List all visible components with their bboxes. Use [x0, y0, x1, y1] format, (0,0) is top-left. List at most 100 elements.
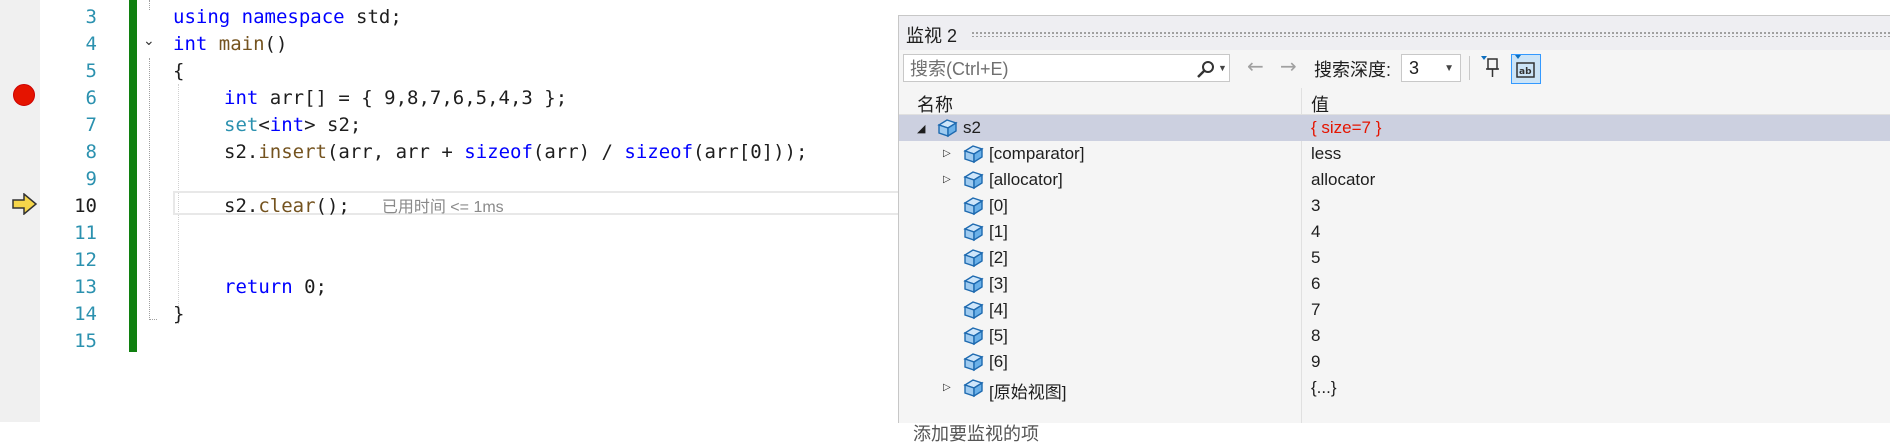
search-depth-select[interactable]: 3 ▼ [1401, 54, 1461, 82]
toolbar-separator [1469, 56, 1470, 80]
object-icon [961, 247, 985, 274]
code-token: namespace [241, 6, 345, 28]
code-token: (arr) / [532, 141, 625, 163]
watch-item-name[interactable]: [0] [989, 196, 1008, 216]
watch-title: 监视 2 [906, 26, 958, 46]
search-depth-label: 搜索深度: [1314, 60, 1392, 80]
line-number: 9 [85, 168, 97, 190]
forward-arrow-icon[interactable]: → [1280, 54, 1297, 78]
change-tracking-bar [129, 0, 137, 352]
code-token: set [224, 114, 259, 136]
watch-item-value[interactable]: {...} [1311, 378, 1337, 398]
watch-item-value[interactable]: 9 [1311, 352, 1320, 372]
perf-tip[interactable]: 已用时间 <= 1ms [382, 199, 504, 216]
watch-item-name[interactable]: [原始视图] [989, 378, 1066, 403]
code-line[interactable]: int main() [173, 31, 287, 57]
outline-guide-end [149, 319, 157, 320]
search-dropdown-icon[interactable]: ▼ [1218, 63, 1227, 73]
watch-item-name[interactable]: [allocator] [989, 170, 1063, 190]
watch-item-name[interactable]: [6] [989, 352, 1008, 372]
collapse-arrow-icon[interactable]: ◢ [917, 122, 925, 135]
watch-item-name[interactable]: s2 [963, 118, 981, 138]
code-line[interactable]: set<int> s2; [224, 112, 361, 138]
search-box[interactable]: ▼ [903, 54, 1230, 83]
watch-item-name[interactable]: [comparator] [989, 144, 1084, 164]
watch-title-bar[interactable]: 监视 2 [899, 16, 1890, 50]
search-input[interactable] [904, 55, 1187, 83]
watch-row[interactable]: [5] 8 [899, 323, 1890, 349]
code-token: (); [315, 195, 350, 217]
code-token: int [173, 33, 208, 55]
expand-arrow-icon[interactable]: ▷ [943, 148, 951, 159]
hex-display-button[interactable]: ab [1511, 54, 1541, 84]
line-number: 13 [74, 276, 97, 298]
code-line[interactable]: int arr[] = { 9,8,7,6,5,4,3 }; [224, 85, 567, 111]
code-token: (arr, arr + [326, 141, 465, 163]
code-line[interactable]: } [173, 301, 184, 327]
code-token: sizeof [464, 141, 533, 163]
code-line[interactable]: s2.insert(arr, arr + sizeof(arr) / sizeo… [224, 139, 807, 165]
watch-item-value[interactable]: 4 [1311, 222, 1320, 242]
fold-chevron-icon[interactable]: ⌄ [143, 33, 155, 49]
code-line[interactable]: return 0; [224, 274, 327, 300]
title-grip[interactable] [971, 31, 1890, 37]
search-icon[interactable] [1196, 60, 1216, 78]
code-token: (arr[0])); [693, 141, 808, 163]
watch-item-value[interactable]: 5 [1311, 248, 1320, 268]
code-token: 0; [292, 276, 327, 298]
line-number-current: 10 [74, 195, 97, 217]
code-line[interactable]: { [173, 58, 184, 84]
watch-item-value[interactable]: 6 [1311, 274, 1320, 294]
code-token: sizeof [624, 141, 694, 163]
code-line[interactable]: using namespace std; [173, 4, 402, 30]
line-number: 8 [85, 141, 97, 163]
watch-row[interactable]: ▷ [allocator] allocator [899, 167, 1890, 193]
pin-icon [1481, 56, 1499, 77]
watch-row[interactable]: [6] 9 [899, 349, 1890, 375]
watch-row[interactable]: [3] 6 [899, 271, 1890, 297]
watch-item-name[interactable]: [4] [989, 300, 1008, 320]
watch-row[interactable]: [0] 3 [899, 193, 1890, 219]
object-icon [961, 143, 985, 170]
code-token: s2. [224, 141, 259, 163]
watch-item-value[interactable]: { size=7 } [1311, 118, 1381, 138]
watch-item-value[interactable]: 8 [1311, 326, 1320, 346]
watch-item-name[interactable]: [3] [989, 274, 1008, 294]
watch-item-value[interactable]: 3 [1311, 196, 1320, 216]
column-header-value[interactable]: 值 [1311, 91, 1329, 117]
chevron-down-icon: ▼ [1444, 63, 1454, 74]
code-line-current[interactable]: s2.clear(); 已用时间 <= 1ms [224, 193, 504, 221]
code-token: main [218, 33, 265, 55]
line-number: 12 [74, 249, 97, 271]
watch-window[interactable]: 监视 2 ▼ ← → 搜索深度: 3 ▼ [898, 15, 1890, 444]
watch-toolbar: ▼ ← → 搜索深度: 3 ▼ ab [899, 50, 1890, 86]
breakpoint-icon[interactable] [13, 84, 35, 106]
watch-row[interactable]: [2] 5 [899, 245, 1890, 271]
expand-arrow-icon[interactable]: ▷ [943, 382, 951, 393]
watch-row[interactable]: ▷ [comparator] less [899, 141, 1890, 167]
add-watch-item[interactable]: 添加要监视的项 [913, 420, 1039, 446]
watch-row[interactable]: ◢ s2 { size=7 } [899, 115, 1890, 141]
watch-item-value[interactable]: less [1311, 144, 1341, 164]
hex-display-icon: ab [1515, 55, 1535, 78]
object-icon [935, 117, 959, 144]
code-token: } [173, 303, 185, 325]
column-header-name[interactable]: 名称 [917, 91, 953, 117]
watch-row[interactable]: [1] 4 [899, 219, 1890, 245]
code-token: s2. [224, 195, 259, 217]
watch-item-name[interactable]: [1] [989, 222, 1008, 242]
expand-arrow-icon[interactable]: ▷ [943, 174, 951, 185]
watch-item-name[interactable]: [2] [989, 248, 1008, 268]
watch-row[interactable]: [4] 7 [899, 297, 1890, 323]
watch-item-name[interactable]: [5] [989, 326, 1008, 346]
line-number: 4 [85, 33, 97, 55]
object-icon [961, 325, 985, 352]
watch-item-value[interactable]: allocator [1311, 170, 1375, 190]
watch-row[interactable]: ▷ [原始视图] {...} [899, 375, 1890, 403]
code-token: return [224, 276, 293, 298]
back-arrow-icon[interactable]: ← [1247, 54, 1264, 78]
code-token: arr[] = { 9,8,7,6,5,4,3 }; [258, 87, 568, 109]
pin-button[interactable] [1477, 54, 1507, 84]
watch-item-value[interactable]: 7 [1311, 300, 1320, 320]
object-icon [961, 273, 985, 300]
